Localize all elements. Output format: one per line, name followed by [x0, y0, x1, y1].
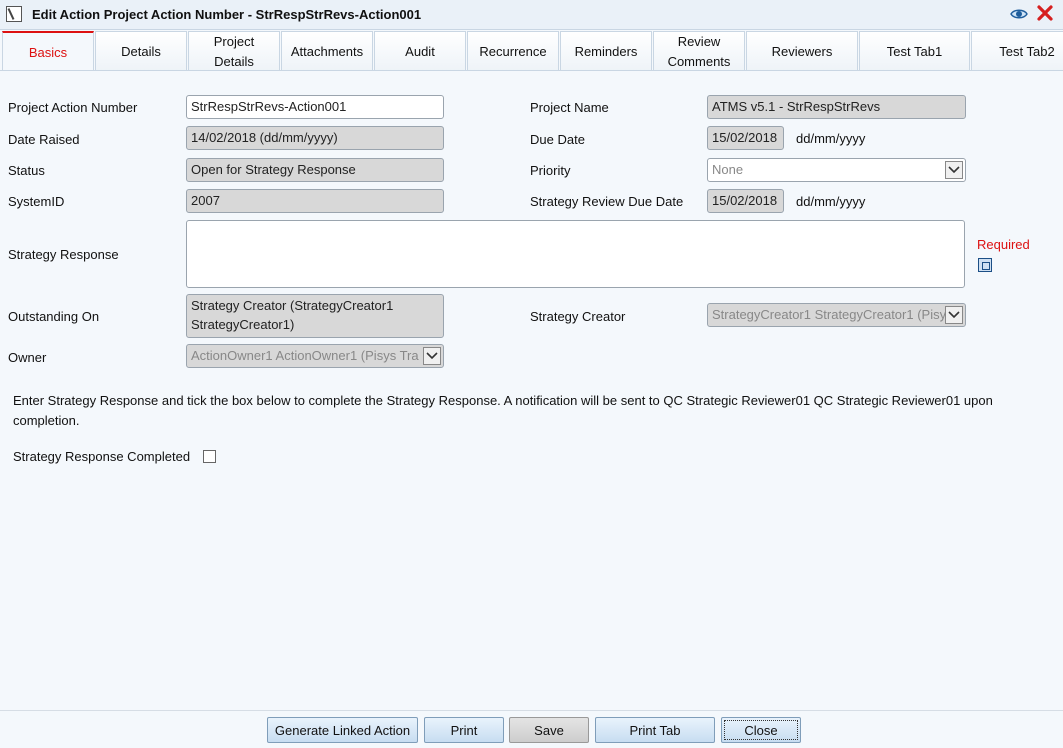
tab-label: Reminders: [574, 43, 638, 59]
strategy-response-textarea[interactable]: [186, 220, 965, 288]
date-raised-field: 14/02/2018 (dd/mm/yyyy): [186, 126, 444, 150]
tab-label: Attachments: [290, 43, 364, 59]
outstanding-on-label: Outstanding On: [8, 309, 100, 324]
tab-label: Reviewers: [771, 43, 833, 59]
owner-select: ActionOwner1 ActionOwner1 (Pisys Tra: [186, 344, 444, 368]
status-label: Status: [8, 163, 45, 178]
strategy-response-completed-label: Strategy Response Completed: [13, 449, 191, 464]
system-id-field: 2007: [186, 189, 444, 213]
tab-label: Audit: [405, 43, 435, 59]
footer-divider: [0, 710, 1063, 711]
outstanding-on-field: Strategy Creator (StrategyCreator1 Strat…: [186, 294, 444, 338]
tab-test-tab2[interactable]: Test Tab2: [971, 31, 1063, 70]
tab-label: Details: [121, 43, 161, 59]
window-title: Edit Action Project Action Number - StrR…: [32, 7, 422, 22]
print-tab-button[interactable]: Print Tab: [595, 717, 715, 743]
strategy-creator-value: StrategyCreator1 StrategyCreator1 (Pisys: [712, 307, 953, 322]
save-button[interactable]: Save: [509, 717, 589, 743]
tab-label: Project Details: [213, 33, 255, 69]
tab-test-tab1[interactable]: Test Tab1: [859, 31, 970, 70]
priority-select[interactable]: None: [707, 158, 966, 182]
status-field: Open for Strategy Response: [186, 158, 444, 182]
close-x-icon[interactable]: [1036, 4, 1054, 22]
tab-label: Basics: [28, 44, 68, 60]
tab-label: Review Comments: [667, 33, 731, 69]
strategy-response-completed-checkbox[interactable]: [203, 450, 216, 463]
close-button[interactable]: Close: [721, 717, 801, 743]
due-date-format: dd/mm/yyyy: [796, 131, 866, 146]
title-bar: Edit Action Project Action Number - StrR…: [0, 0, 1063, 30]
tab-project-details[interactable]: Project Details: [188, 31, 280, 70]
expand-icon[interactable]: [978, 258, 992, 272]
priority-value: None: [712, 162, 744, 177]
strategy-creator-select: StrategyCreator1 StrategyCreator1 (Pisys: [707, 303, 966, 327]
chevron-down-icon: [945, 306, 963, 324]
project-action-number-label: Project Action Number: [8, 100, 138, 115]
tab-reminders[interactable]: Reminders: [560, 31, 652, 70]
print-button[interactable]: Print: [424, 717, 504, 743]
strategy-creator-label: Strategy Creator: [530, 309, 626, 324]
due-date-label: Due Date: [530, 132, 585, 147]
generate-linked-action-button[interactable]: Generate Linked Action: [267, 717, 418, 743]
system-id-label: SystemID: [8, 194, 65, 209]
instruction-text: Enter Strategy Response and tick the box…: [13, 393, 993, 428]
tab-reviewers[interactable]: Reviewers: [746, 31, 858, 70]
strategy-review-due-date-field: 15/02/2018: [707, 189, 784, 213]
tab-review-comments[interactable]: Review Comments: [653, 31, 745, 70]
tab-label: Test Tab1: [886, 43, 943, 59]
tab-label: Recurrence: [479, 43, 547, 59]
tab-bar: Basics Details Project Details Attachmen…: [0, 30, 1063, 71]
chevron-down-icon[interactable]: [945, 161, 963, 179]
project-action-number-field[interactable]: StrRespStrRevs-Action001: [186, 95, 444, 119]
owner-label: Owner: [8, 350, 47, 365]
project-name-label: Project Name: [530, 100, 609, 115]
owner-value: ActionOwner1 ActionOwner1 (Pisys Tra: [191, 348, 419, 363]
tab-attachments[interactable]: Attachments: [281, 31, 373, 70]
tab-details[interactable]: Details: [95, 31, 187, 70]
tab-audit[interactable]: Audit: [374, 31, 466, 70]
strategy-review-due-date-format: dd/mm/yyyy: [796, 194, 866, 209]
date-raised-label: Date Raised: [8, 132, 80, 147]
priority-label: Priority: [530, 163, 571, 178]
tab-recurrence[interactable]: Recurrence: [467, 31, 559, 70]
due-date-field: 15/02/2018: [707, 126, 784, 150]
tab-basics[interactable]: Basics: [2, 31, 94, 70]
required-label: Required: [977, 237, 1030, 252]
eye-icon[interactable]: [1010, 5, 1028, 23]
strategy-response-label: Strategy Response: [8, 247, 119, 262]
chevron-down-icon: [423, 347, 441, 365]
strategy-review-due-date-label: Strategy Review Due Date: [530, 194, 684, 209]
tab-label: Test Tab2: [999, 43, 1055, 59]
edit-document-icon: [6, 6, 22, 22]
project-name-field: ATMS v5.1 - StrRespStrRevs: [707, 95, 966, 119]
